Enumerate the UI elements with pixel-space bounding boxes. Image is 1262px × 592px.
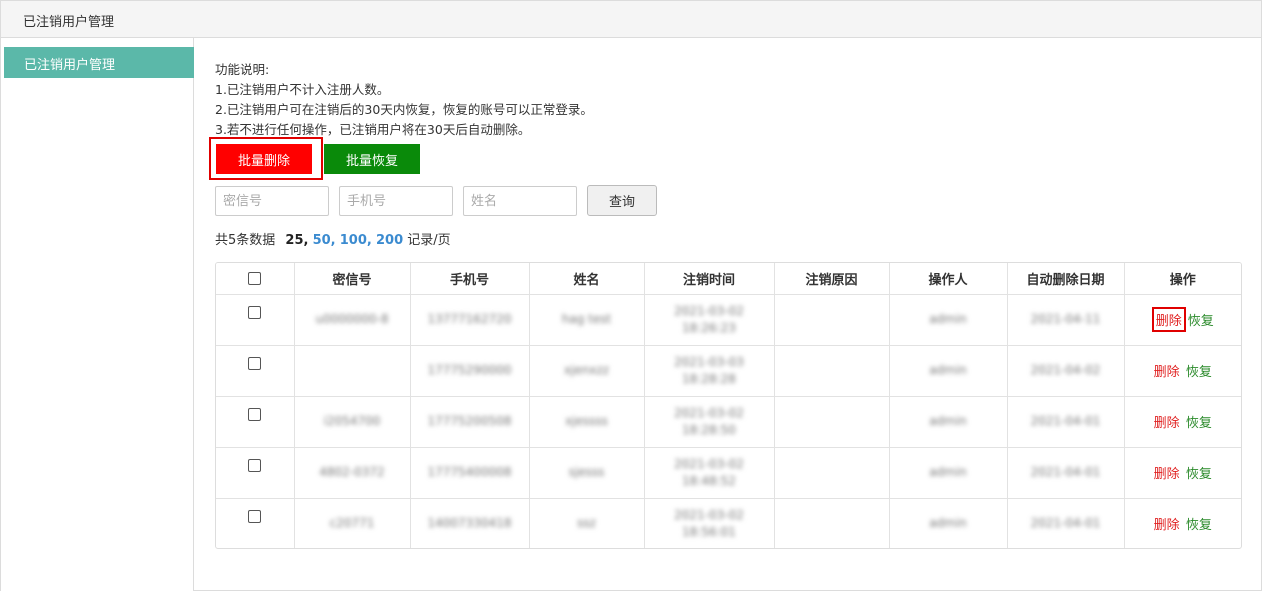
actions-cell: 删除 恢复 xyxy=(1124,498,1241,548)
restore-link[interactable]: 恢复 xyxy=(1186,467,1212,482)
auto-delete-date-cell: 2021-04-11 xyxy=(1030,312,1101,326)
page-size-current: 25, xyxy=(285,233,309,248)
name-cell: xjenxzz xyxy=(563,363,610,377)
operator-cell: admin xyxy=(929,363,967,377)
table-row: c20771 14007330418 ssz 2021-03-02 18:56:0… xyxy=(216,498,1241,548)
page-size-selector: 共5条数据 25, 50, 100, 200 记录/页 xyxy=(215,229,451,248)
description-line: 2.已注销用户可在注销后的30天内恢复，恢复的账号可以正常登录。 xyxy=(215,102,593,117)
column-header: 姓名 xyxy=(529,263,645,295)
delete-link[interactable]: 删除 xyxy=(1151,307,1186,332)
delete-link[interactable]: 删除 xyxy=(1154,365,1180,380)
page-size-suffix: 记录/页 xyxy=(407,233,451,248)
auto-delete-date-cell: 2021-04-02 xyxy=(1030,363,1101,377)
page-size-200[interactable]: 200 xyxy=(376,233,403,248)
table-row: 17775290000 xjenxzz 2021-03-03 18:28:28 a… xyxy=(216,345,1241,397)
restore-link[interactable]: 恢复 xyxy=(1186,518,1212,533)
batch-restore-button[interactable]: 批量恢复 xyxy=(324,144,420,174)
select-all-cell xyxy=(216,263,295,295)
name-cell: xjessss xyxy=(565,414,608,428)
column-header: 操作 xyxy=(1124,263,1241,295)
operator-cell: admin xyxy=(929,516,967,531)
row-checkbox[interactable] xyxy=(248,458,262,472)
operator-cell: admin xyxy=(929,465,967,479)
auto-delete-date-cell: 2021-04-01 xyxy=(1030,465,1101,479)
actions-cell: 删除 恢复 xyxy=(1124,345,1241,397)
operator-cell: admin xyxy=(929,414,967,428)
select-all-checkbox[interactable] xyxy=(248,271,262,285)
mixin-id-cell: c20771 xyxy=(329,516,375,531)
column-header: 手机号 xyxy=(410,263,530,295)
total-count: 共5条数据 xyxy=(215,233,276,248)
restore-link[interactable]: 恢复 xyxy=(1186,365,1212,380)
phone-cell: 14007330418 xyxy=(427,516,512,531)
main-content: 功能说明: 1.已注销用户不计入注册人数。 2.已注销用户可在注销后的30天内恢… xyxy=(195,38,1261,591)
delete-link[interactable]: 删除 xyxy=(1154,518,1180,533)
deregister-time-cell: 2021-03-02 18:28:50 xyxy=(674,405,744,437)
title-bar: 已注销用户管理 xyxy=(1,1,1261,38)
delete-link[interactable]: 删除 xyxy=(1154,467,1180,482)
actions-cell: 删除 恢复 xyxy=(1124,396,1241,448)
column-header: 注销时间 xyxy=(644,263,775,295)
mixin-id-cell: 4802-0372 xyxy=(319,465,385,479)
phone-cell: 17775290000 xyxy=(427,363,512,377)
description-line: 1.已注销用户不计入注册人数。 xyxy=(215,82,390,97)
phone-cell: 17775400008 xyxy=(427,465,512,479)
phone-cell: 17775200508 xyxy=(427,414,512,428)
page-size-50[interactable]: 50, xyxy=(313,233,336,248)
reason-cell xyxy=(774,447,890,499)
table-row: u0000000-8 13777162720 hag test 2021-03-… xyxy=(216,294,1241,346)
actions-cell: 删除 恢复 xyxy=(1124,447,1241,499)
batch-delete-button[interactable]: 批量删除 xyxy=(216,144,312,174)
column-header: 自动删除日期 xyxy=(1007,263,1125,295)
row-checkbox[interactable] xyxy=(248,509,262,523)
restore-link[interactable]: 恢复 xyxy=(1186,416,1212,431)
restore-link[interactable]: 恢复 xyxy=(1188,314,1214,329)
reason-cell xyxy=(774,498,890,548)
page-size-100[interactable]: 100, xyxy=(340,233,372,248)
row-checkbox[interactable] xyxy=(248,356,262,370)
actions-cell: 删除 恢复 xyxy=(1124,294,1241,346)
reason-cell xyxy=(774,345,890,397)
auto-delete-date-cell: 2021-04-01 xyxy=(1030,414,1101,428)
query-button[interactable]: 查询 xyxy=(587,185,657,216)
function-description: 功能说明: 1.已注销用户不计入注册人数。 2.已注销用户可在注销后的30天内恢… xyxy=(215,60,593,140)
reason-cell xyxy=(774,396,890,448)
table-header-row: 密信号 手机号 姓名 注销时间 注销原因 操作人 自动删除日期 操作 xyxy=(216,263,1241,295)
reason-cell xyxy=(774,294,890,346)
phone-input[interactable] xyxy=(339,186,453,216)
operator-cell: admin xyxy=(929,312,967,326)
name-cell: sjesss xyxy=(568,465,605,479)
auto-delete-date-cell: 2021-04-01 xyxy=(1030,516,1101,531)
description-heading: 功能说明: xyxy=(215,62,270,77)
table-row: i2054700 17775200508 xjessss 2021-03-02 1… xyxy=(216,396,1241,448)
page-frame: 已注销用户管理 已注销用户管理 功能说明: 1.已注销用户不计入注册人数。 2.… xyxy=(0,0,1262,591)
name-cell: hag test xyxy=(561,312,612,326)
deregister-time-cell: 2021-03-03 18:28:28 xyxy=(674,354,744,386)
row-checkbox[interactable] xyxy=(248,407,262,421)
row-checkbox[interactable] xyxy=(248,305,262,319)
table-row: 4802-0372 17775400008 sjesss 2021-03-02 1… xyxy=(216,447,1241,499)
name-cell: ssz xyxy=(577,516,596,531)
mixin-id-cell: i2054700 xyxy=(323,414,381,428)
column-header: 注销原因 xyxy=(774,263,890,295)
deregister-time-cell: 2021-03-02 18:56:01 xyxy=(674,507,744,539)
deregister-time-cell: 2021-03-02 18:48:52 xyxy=(674,456,744,488)
column-header: 密信号 xyxy=(294,263,411,295)
mixin-id-cell: u0000000-8 xyxy=(315,312,389,326)
delete-link[interactable]: 删除 xyxy=(1154,416,1180,431)
sidebar: 已注销用户管理 xyxy=(1,38,194,591)
page-title: 已注销用户管理 xyxy=(23,15,115,30)
phone-cell: 13777162720 xyxy=(427,312,512,326)
column-header: 操作人 xyxy=(889,263,1008,295)
sidebar-item-deregistered-users[interactable]: 已注销用户管理 xyxy=(4,47,194,78)
name-input[interactable] xyxy=(463,186,577,216)
users-table: 密信号 手机号 姓名 注销时间 注销原因 操作人 自动删除日期 操作 u0000… xyxy=(215,262,1242,549)
mixin-id-input[interactable] xyxy=(215,186,329,216)
deregister-time-cell: 2021-03-02 18:26:23 xyxy=(674,303,744,335)
